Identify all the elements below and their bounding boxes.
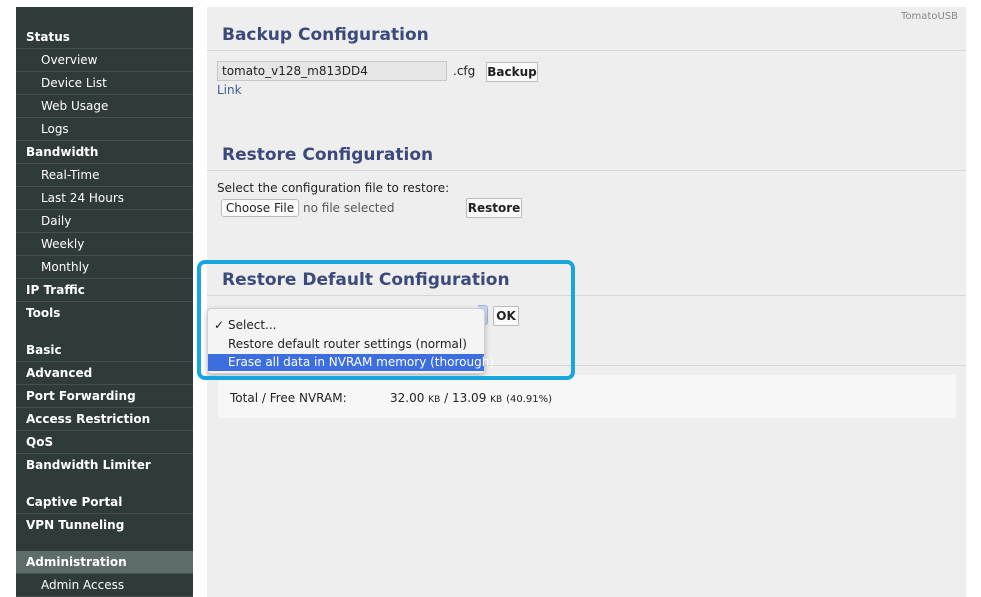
nvram-total-unit: KB [428,395,441,405]
dropdown-option-select[interactable]: ✓ Select... [208,317,484,334]
no-file-selected-label: no file selected [303,201,395,215]
sidebar-item-access-restriction[interactable]: Access Restriction [16,408,193,431]
cfg-extension-label: .cfg [453,64,476,78]
dropdown-option-label: Erase all data in NVRAM memory (thorough… [228,355,494,369]
sidebar-item-ip-traffic[interactable]: IP Traffic [16,279,193,302]
main-content: TomatoUSB Backup Configuration tomato_v1… [207,7,966,597]
dropdown-option-label: Restore default router settings (normal) [228,337,467,351]
choose-file-button[interactable]: Choose File [221,199,299,217]
sidebar-item-administration[interactable]: Administration [16,551,193,574]
sidebar-item-monthly[interactable]: Monthly [16,256,193,279]
sidebar-item-port-forwarding[interactable]: Port Forwarding [16,385,193,408]
nvram-percent: (40.91%) [506,394,552,405]
brand-label: TomatoUSB [901,11,958,22]
sidebar-item-last-24-hours[interactable]: Last 24 Hours [16,187,193,210]
sidebar-item-bandwidth[interactable]: Bandwidth [16,141,193,164]
restore-section-title: Restore Configuration [222,145,434,165]
sidebar-item-advanced[interactable]: Advanced [16,362,193,385]
sidebar-item-daily[interactable]: Daily [16,210,193,233]
nvram-free: 13.09 [451,391,487,405]
sidebar-item-logs[interactable]: Logs [16,118,193,141]
sidebar-item-basic[interactable]: Basic [16,339,193,362]
ok-button[interactable]: OK [493,306,519,326]
sidebar-nav: Status Overview Device List Web Usage Lo… [16,7,193,597]
restore-instruction: Select the configuration file to restore… [217,181,450,195]
sidebar-item-tools[interactable]: Tools [16,302,193,325]
sidebar-item-status[interactable]: Status [16,26,193,49]
dropdown-option-erase-nvram[interactable]: Erase all data in NVRAM memory (thorough… [208,354,494,371]
restore-default-dropdown[interactable]: ✓ Select... Restore default router setti… [207,308,494,374]
nvram-total: 32.00 [390,391,425,405]
restore-button[interactable]: Restore [466,198,522,218]
dropdown-option-restore-default[interactable]: Restore default router settings (normal) [208,336,484,353]
restore-default-section-title: Restore Default Configuration [222,270,510,290]
nvram-info-panel: Total / Free NVRAM: 32.00 KB / 13.09 KB … [218,375,956,418]
backup-filename-input[interactable]: tomato_v128_m813DD4 [217,61,447,81]
sidebar-item-device-list[interactable]: Device List [16,72,193,95]
sidebar-item-web-usage[interactable]: Web Usage [16,95,193,118]
nvram-free-unit: KB [490,395,503,405]
sidebar-item-vpn-tunneling[interactable]: VPN Tunneling [16,514,193,537]
sidebar-item-bandwidth-limiter[interactable]: Bandwidth Limiter [16,454,193,477]
dropdown-option-label: Select... [228,318,277,332]
sidebar-item-captive-portal[interactable]: Captive Portal [16,491,193,514]
nvram-label: Total / Free NVRAM: [230,391,347,405]
backup-link[interactable]: Link [217,83,242,97]
backup-button[interactable]: Backup [486,62,538,82]
sidebar-item-real-time[interactable]: Real-Time [16,164,193,187]
sidebar-item-admin-access[interactable]: Admin Access [16,574,193,597]
backup-section-title: Backup Configuration [222,25,429,45]
sidebar-item-weekly[interactable]: Weekly [16,233,193,256]
nvram-value: 32.00 KB / 13.09 KB (40.91%) [390,391,552,405]
nvram-separator: / [444,391,449,405]
sidebar-item-qos[interactable]: QoS [16,431,193,454]
section-divider [207,295,966,296]
section-divider [207,170,966,171]
sidebar-item-overview[interactable]: Overview [16,49,193,72]
section-divider [207,50,966,51]
checkmark-icon: ✓ [214,318,225,332]
